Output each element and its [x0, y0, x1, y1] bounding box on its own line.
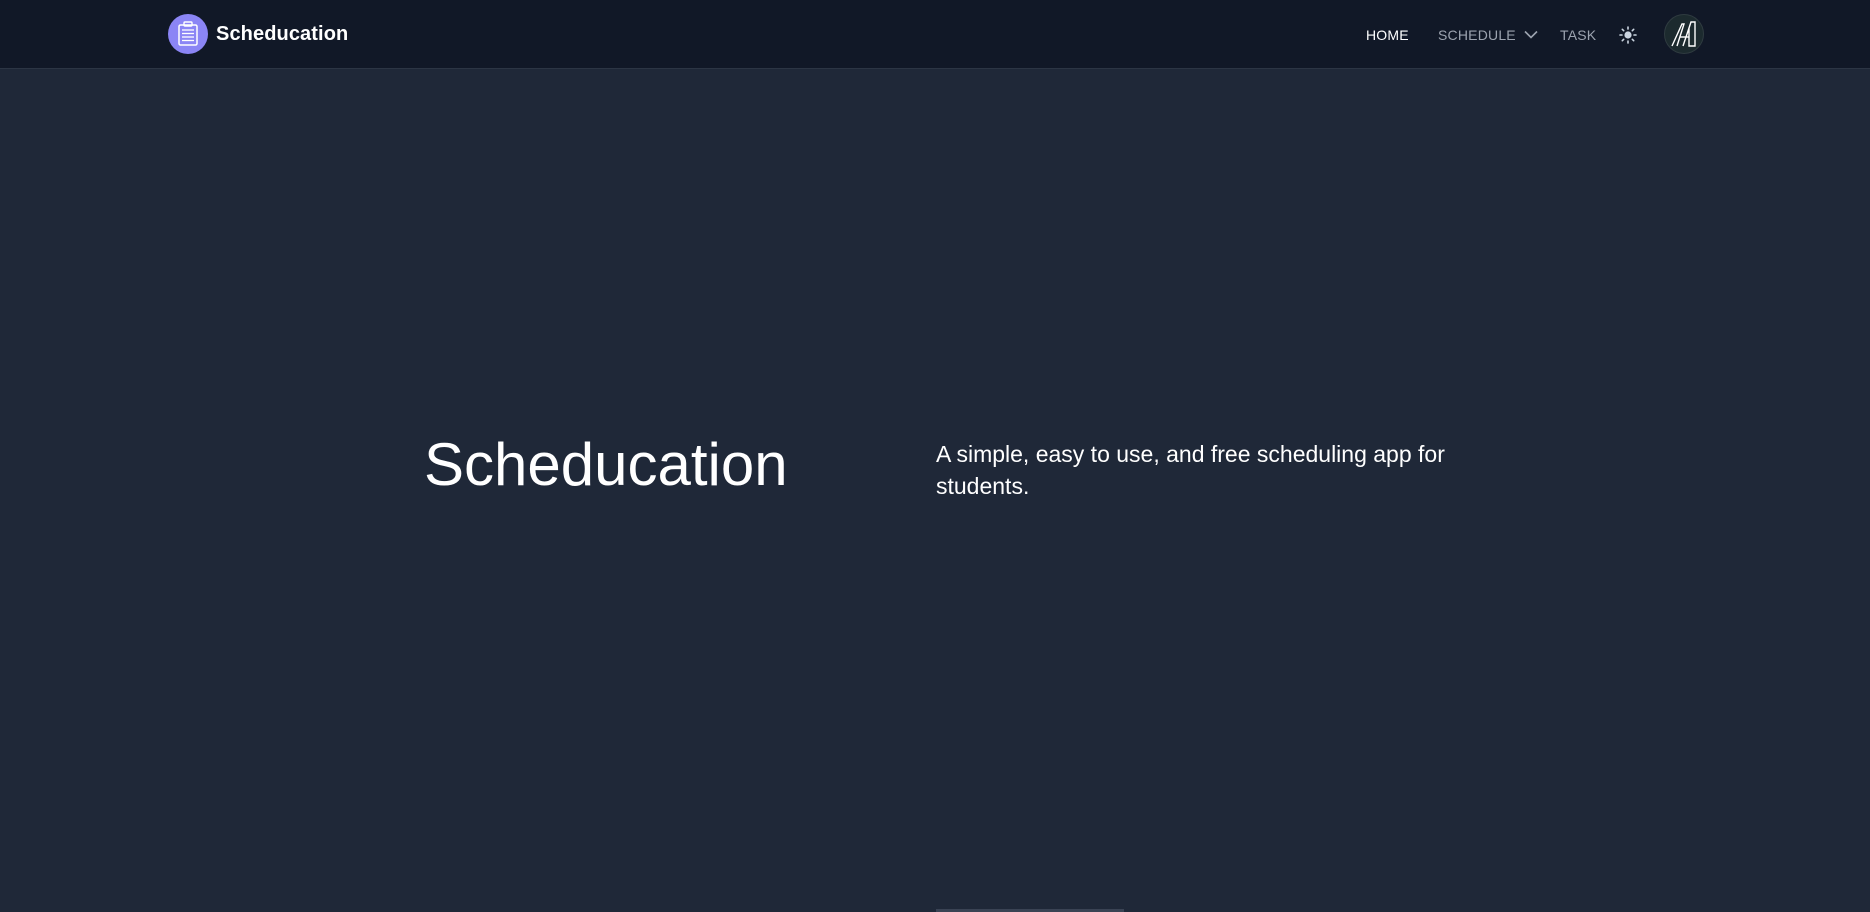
nav-home[interactable]: HOME — [1366, 27, 1409, 43]
brand-name: Scheducation — [216, 22, 349, 45]
avatar[interactable] — [1664, 14, 1704, 54]
chevron-down-icon — [1524, 30, 1538, 39]
clipboard-icon — [168, 14, 208, 54]
hero-title: Scheducation — [424, 431, 788, 498]
brand-link[interactable]: Scheducation — [168, 14, 348, 54]
profile-logo-icon — [1671, 21, 1696, 47]
nav-task[interactable]: TASK — [1560, 27, 1596, 43]
nav-schedule-label: SCHEDULE — [1438, 26, 1516, 43]
top-navbar: Scheducation HOME SCHEDULE TASK — [0, 0, 1870, 69]
nav-schedule[interactable]: SCHEDULE — [1438, 27, 1538, 43]
sun-icon[interactable] — [1616, 23, 1640, 47]
hero-subtitle: A simple, easy to use, and free scheduli… — [936, 441, 1445, 499]
